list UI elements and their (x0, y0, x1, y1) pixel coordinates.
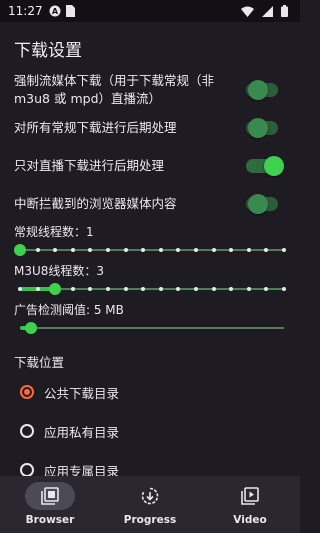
settings-content: 下载设置 强制流媒体下载（用于下载常规（非 m3u8 或 mpd）直播流） 对所… (0, 36, 300, 481)
radio-button-private[interactable] (20, 424, 34, 438)
toggle-row-interrupt-media[interactable]: 中断拦截到的浏览器媒体内容 (14, 191, 286, 217)
slider-tick (282, 287, 286, 291)
notification-letter: A (51, 7, 58, 16)
radio-option-public[interactable]: 公共下载目录 (14, 381, 286, 403)
slider-tick (70, 248, 75, 252)
radio-option-private[interactable]: 应用私有目录 (14, 420, 286, 442)
m3u8-threads-label: M3U8线程数：3 (14, 264, 105, 278)
slider-tick (141, 287, 146, 291)
toggle-label-postprocess-all: 对所有常规下载进行后期处理 (14, 120, 177, 135)
status-bar: 11:27 A (0, 0, 300, 22)
m3u8-threads-slider[interactable] (14, 281, 286, 297)
radio-button-app-specific[interactable] (20, 463, 34, 477)
slider-tick (53, 248, 58, 252)
slider-tick (229, 248, 234, 252)
slider-tick (123, 287, 128, 291)
nav-progress[interactable]: Progress (110, 482, 190, 526)
slider-tick (264, 248, 269, 252)
slider-tick (123, 248, 128, 252)
slider-tick (141, 248, 146, 252)
postprocess-all-switch[interactable] (246, 118, 278, 138)
radio-button-public[interactable] (20, 385, 34, 399)
toggle-label-interrupt-media: 中断拦截到的浏览器媒体内容 (14, 196, 177, 211)
browser-icon (25, 482, 75, 510)
ad-threshold-label: 广告检测阈值: 5 MB (14, 303, 124, 317)
download-location-title: 下载位置 (14, 355, 65, 370)
slider-tick (211, 287, 216, 291)
slider-tick (211, 248, 216, 252)
nav-label-progress: Progress (123, 514, 177, 526)
video-icon (225, 482, 275, 510)
slider-tick (194, 287, 198, 291)
slider-tick (158, 287, 163, 291)
slider-tick (158, 248, 163, 252)
nav-video[interactable]: Video (210, 482, 290, 526)
toggle-row-force-stream[interactable]: 强制流媒体下载（用于下载常规（非 m3u8 或 mpd）直播流） (14, 71, 286, 109)
slider-thumb[interactable] (14, 244, 26, 256)
ad-threshold-slider[interactable] (14, 320, 286, 336)
slider-tick (176, 248, 181, 252)
toggle-label-force-stream: 强制流媒体下载（用于下载常规（非 m3u8 或 mpd）直播流） (14, 73, 215, 106)
slider-tick (106, 287, 110, 291)
page-title: 下载设置 (14, 41, 82, 61)
slider-tick (35, 287, 40, 291)
slider-tick (229, 287, 234, 291)
slider-tick (194, 248, 198, 252)
wifi-icon (241, 6, 254, 17)
radio-label-private: 应用私有目录 (44, 424, 120, 440)
force-stream-switch[interactable] (246, 80, 278, 100)
slider-thumb[interactable] (24, 322, 37, 334)
battery-icon (281, 5, 288, 17)
slider-tick (246, 287, 251, 291)
slider-tick (88, 287, 93, 291)
normal-threads-slider[interactable] (14, 242, 286, 258)
signal-icon (262, 5, 273, 17)
slider-tick (106, 248, 110, 252)
toggle-row-postprocess-live[interactable]: 只对直播下载进行后期处理 (14, 153, 286, 179)
slider-track (20, 249, 284, 251)
slider-tick (18, 287, 22, 291)
toggle-label-postprocess-live: 只对直播下载进行后期处理 (14, 158, 165, 173)
status-time: 11:27 (8, 4, 43, 18)
progress-icon (125, 482, 175, 510)
postprocess-live-switch[interactable] (246, 156, 284, 176)
nav-label-browser: Browser (25, 514, 75, 526)
slider-tick (70, 287, 75, 291)
toggle-row-postprocess-all[interactable]: 对所有常规下载进行后期处理 (14, 115, 286, 141)
notification-a-icon: A (49, 5, 61, 17)
slider-thumb[interactable] (49, 283, 62, 295)
nav-browser[interactable]: Browser (10, 482, 90, 526)
nav-label-video: Video (233, 514, 267, 526)
sim-card-icon (65, 5, 75, 17)
slider-track (20, 327, 284, 329)
normal-threads-label: 常规线程数：1 (14, 225, 94, 239)
radio-label-public: 公共下载目录 (44, 385, 120, 401)
slider-tick (264, 287, 269, 291)
slider-tick (282, 248, 286, 252)
slider-tick (88, 248, 93, 252)
slider-tick (246, 248, 251, 252)
interrupt-media-switch[interactable] (246, 194, 278, 214)
slider-tick (176, 287, 181, 291)
slider-tick (35, 248, 40, 252)
bottom-navigation: Browser Progress Video (0, 476, 300, 533)
